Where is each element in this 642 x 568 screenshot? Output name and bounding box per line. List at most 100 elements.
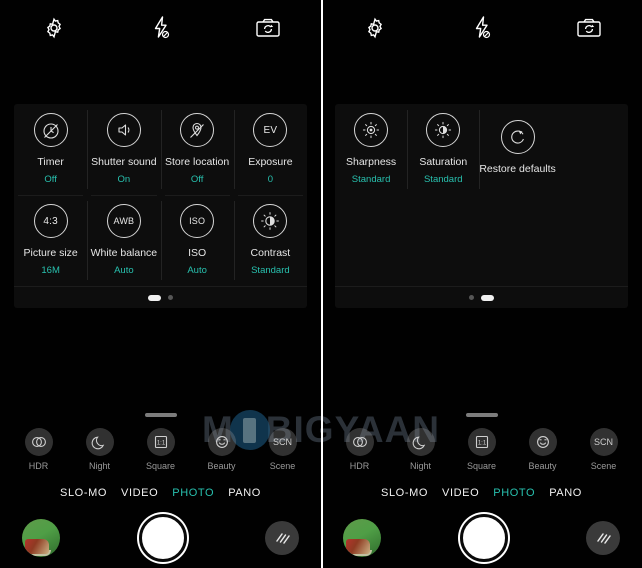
white-balance-glyph: AWB (113, 216, 135, 226)
setting-value: 16M (41, 265, 60, 276)
panel-drag-handle[interactable] (465, 413, 498, 417)
quick-mode-label: HDR (28, 461, 49, 471)
night-icon (85, 428, 114, 456)
pager-dot-active[interactable] (148, 294, 161, 301)
quick-mode-label: Scene (590, 461, 617, 471)
settings-pager[interactable] (335, 286, 628, 308)
tab-video[interactable]: VIDEO (442, 487, 479, 499)
filters-icon (597, 533, 611, 544)
setting-label: Restore defaults (479, 162, 556, 175)
settings-button[interactable] (0, 16, 107, 40)
setting-label: Contrast (250, 247, 291, 259)
quick-mode-beauty[interactable]: Beauty (515, 428, 571, 471)
setting-value: Standard (251, 265, 290, 276)
hdr-icon (24, 428, 53, 456)
switch-camera-button[interactable] (535, 17, 642, 39)
filters-button[interactable] (265, 521, 299, 555)
right-screen: Sharpness Standard Saturation Standard R… (321, 0, 642, 568)
quick-mode-square[interactable]: 1:1 Square (454, 428, 510, 471)
iso-glyph: ISO (189, 216, 206, 226)
panel-divider (321, 0, 323, 568)
screenshot-root: Timer Off Shutter sound On Store locatio… (0, 0, 642, 568)
setting-saturation[interactable]: Saturation Standard (407, 104, 479, 195)
camera-settings-panel: Timer Off Shutter sound On Store locatio… (14, 104, 307, 308)
quick-mode-beauty[interactable]: Beauty (194, 428, 250, 471)
top-toolbar (321, 0, 642, 56)
setting-label: Shutter sound (91, 156, 157, 168)
camera-flip-icon (255, 18, 280, 37)
quick-mode-night[interactable]: Night (72, 428, 128, 471)
setting-picture-size[interactable]: 4:3 Picture size 16M (14, 195, 87, 286)
setting-exposure[interactable]: EV Exposure 0 (233, 104, 307, 195)
thumbnail-food (25, 539, 49, 554)
quick-mode-label: Night (409, 461, 431, 471)
quick-mode-label: Scene (269, 461, 296, 471)
tab-pano[interactable]: PANO (549, 487, 582, 499)
shutter-sound-icon (106, 113, 141, 147)
filters-button[interactable] (586, 521, 620, 555)
settings-row (335, 195, 628, 286)
quick-mode-scene[interactable]: SCN Scene (576, 428, 632, 471)
shutter-button[interactable] (138, 514, 187, 562)
quick-mode-bar: HDR Night 1:1 Square Beauty SCN Scene (321, 428, 642, 476)
scene-glyph: SCN (593, 437, 613, 447)
shutter-button[interactable] (459, 514, 508, 562)
flash-toggle-button[interactable] (428, 15, 535, 41)
beauty-icon (528, 428, 557, 456)
quick-mode-label: Square (466, 461, 497, 471)
setting-value: Auto (114, 265, 134, 276)
quick-mode-label: Night (88, 461, 110, 471)
capture-bar (0, 508, 321, 568)
filters-icon (276, 533, 290, 544)
pager-dot[interactable] (469, 295, 474, 300)
setting-label: Saturation (419, 156, 468, 168)
quick-mode-label: Beauty (528, 461, 557, 471)
tab-photo[interactable]: PHOTO (493, 487, 535, 499)
tab-pano[interactable]: PANO (228, 487, 261, 499)
setting-store-location[interactable]: Store location Off (160, 104, 234, 195)
camera-flip-icon (576, 18, 601, 37)
timer-off-icon (33, 113, 68, 147)
flash-toggle-button[interactable] (107, 15, 214, 41)
settings-pager[interactable] (14, 286, 307, 308)
tab-slo-mo[interactable]: SLO-MO (60, 487, 107, 499)
quick-mode-hdr[interactable]: HDR (11, 428, 67, 471)
setting-value: Standard (423, 174, 463, 185)
setting-iso[interactable]: ISO ISO Auto (160, 195, 234, 286)
restore-defaults-icon (500, 119, 535, 154)
setting-restore-defaults[interactable]: Restore defaults (479, 104, 556, 195)
setting-value: Standard (351, 174, 391, 185)
settings-button[interactable] (321, 16, 428, 40)
settings-row: Timer Off Shutter sound On Store locatio… (14, 104, 307, 195)
gallery-thumbnail-button[interactable] (343, 519, 381, 557)
setting-contrast[interactable]: Contrast Standard (233, 195, 307, 286)
top-toolbar (0, 0, 321, 56)
store-location-off-icon (180, 113, 215, 147)
setting-label: ISO (188, 247, 207, 259)
aspect-ratio-glyph: 4:3 (43, 215, 58, 227)
quick-mode-scene[interactable]: SCN Scene (255, 428, 311, 471)
pager-dot[interactable] (168, 295, 173, 300)
quick-mode-square[interactable]: 1:1 Square (133, 428, 189, 471)
tab-photo[interactable]: PHOTO (172, 487, 214, 499)
svg-text:1:1: 1:1 (477, 441, 486, 447)
setting-timer[interactable]: Timer Off (14, 104, 87, 195)
square-icon: 1:1 (146, 428, 175, 456)
tab-slo-mo[interactable]: SLO-MO (381, 487, 428, 499)
setting-white-balance[interactable]: AWB White balance Auto (87, 195, 160, 286)
mode-tab-bar: SLO-MO VIDEO PHOTO PANO (0, 487, 321, 499)
tab-video[interactable]: VIDEO (121, 487, 158, 499)
quick-mode-night[interactable]: Night (393, 428, 449, 471)
capture-bar (321, 508, 642, 568)
setting-shutter-sound[interactable]: Shutter sound On (87, 104, 160, 195)
scene-icon: SCN (268, 428, 297, 456)
setting-sharpness[interactable]: Sharpness Standard (335, 104, 407, 195)
switch-camera-button[interactable] (214, 17, 321, 39)
quick-mode-label: Square (145, 461, 176, 471)
night-icon (406, 428, 435, 456)
setting-label: Exposure (248, 156, 293, 168)
quick-mode-hdr[interactable]: HDR (332, 428, 388, 471)
gallery-thumbnail-button[interactable] (22, 519, 60, 557)
panel-drag-handle[interactable] (144, 413, 177, 417)
pager-dot-active[interactable] (481, 294, 494, 301)
